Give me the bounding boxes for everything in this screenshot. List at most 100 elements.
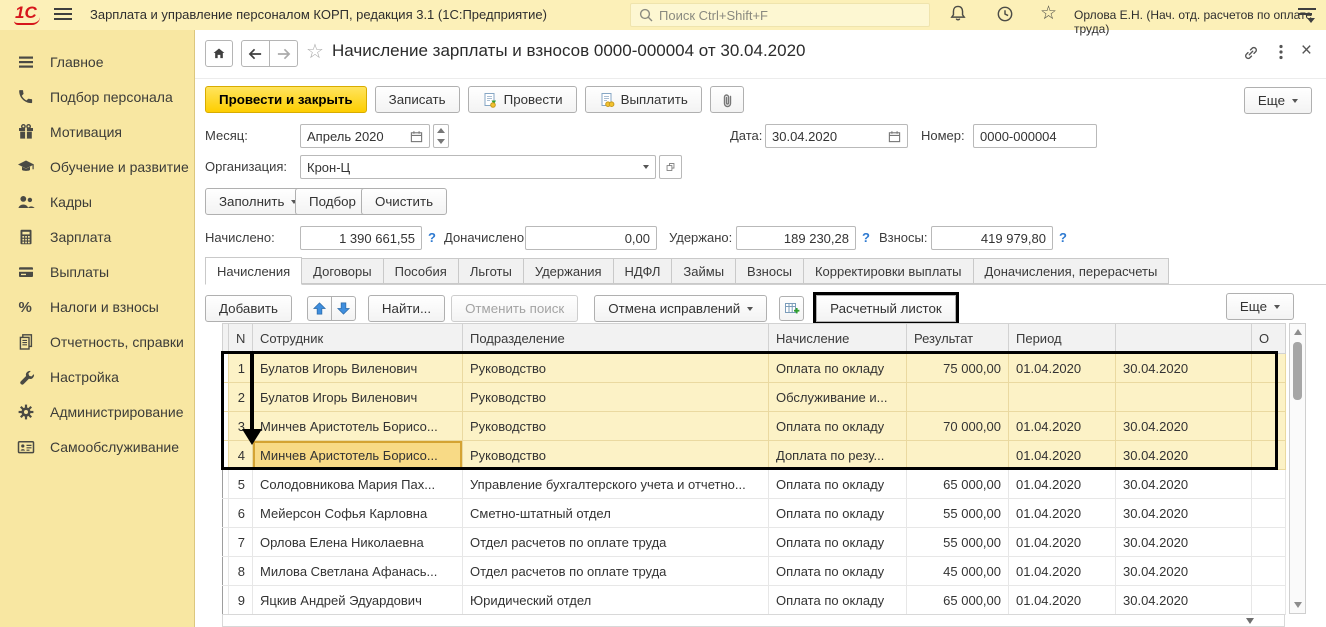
sidebar-item-payments[interactable]: Выплаты bbox=[0, 254, 194, 289]
table-row[interactable]: 6Мейерсон Софья КарловнаСметно-штатный о… bbox=[223, 499, 1286, 528]
cell-n[interactable]: 6 bbox=[229, 499, 253, 528]
cell-department[interactable]: Отдел расчетов по оплате труда bbox=[463, 528, 769, 557]
cell-period-end[interactable]: 30.04.2020 bbox=[1116, 557, 1252, 586]
tab-privileges[interactable]: Льготы bbox=[459, 258, 524, 284]
col-department[interactable]: Подразделение bbox=[463, 324, 769, 354]
cell-period-end[interactable]: 30.04.2020 bbox=[1116, 354, 1252, 383]
form-more-button[interactable]: Еще bbox=[1244, 87, 1312, 114]
tab-accruals[interactable]: Начисления bbox=[205, 257, 302, 285]
cell-department[interactable]: Управление бухгалтерского учета и отчетн… bbox=[463, 470, 769, 499]
cell-o[interactable] bbox=[1252, 586, 1286, 615]
col-n[interactable]: N bbox=[229, 324, 253, 354]
vertical-scrollbar[interactable] bbox=[1289, 323, 1306, 614]
tab-benefits[interactable]: Пособия bbox=[384, 258, 459, 284]
tab-recalculations[interactable]: Доначисления, перерасчеты bbox=[974, 258, 1170, 284]
table-row[interactable]: 8Милова Светлана Афанась...Отдел расчето… bbox=[223, 557, 1286, 586]
back-button[interactable] bbox=[241, 40, 270, 67]
scroll-end-icon[interactable] bbox=[1246, 618, 1254, 624]
cell-o[interactable] bbox=[1252, 441, 1286, 470]
cell-employee[interactable]: Яцкив Андрей Эдуардович bbox=[253, 586, 463, 615]
calendar-icon[interactable] bbox=[888, 130, 901, 143]
scroll-up-icon[interactable] bbox=[1294, 329, 1302, 335]
table-row[interactable]: 1Булатов Игорь ВиленовичРуководствоОплат… bbox=[223, 354, 1286, 383]
history-icon[interactable] bbox=[995, 4, 1019, 26]
write-button[interactable]: Записать bbox=[375, 86, 460, 113]
col-accrual[interactable]: Начисление bbox=[769, 324, 907, 354]
table-row[interactable]: 2Булатов Игорь ВиленовичРуководствоОбслу… bbox=[223, 383, 1286, 412]
cell-accrual[interactable]: Обслуживание и... bbox=[769, 383, 907, 412]
cell-o[interactable] bbox=[1252, 470, 1286, 499]
cell-accrual[interactable]: Оплата по окладу bbox=[769, 499, 907, 528]
cell-period-start[interactable]: 01.04.2020 bbox=[1009, 499, 1116, 528]
contributions-help-icon[interactable]: ? bbox=[1059, 230, 1067, 245]
cell-o[interactable] bbox=[1252, 499, 1286, 528]
table-row[interactable]: 7Орлова Елена НиколаевнаОтдел расчетов п… bbox=[223, 528, 1286, 557]
number-input[interactable]: 0000-000004 bbox=[973, 124, 1097, 148]
cell-period-start[interactable]: 01.04.2020 bbox=[1009, 470, 1116, 499]
cell-accrual[interactable]: Оплата по окладу bbox=[769, 528, 907, 557]
favorites-star-icon[interactable]: ☆ bbox=[1040, 2, 1064, 24]
sidebar-item-settings[interactable]: Настройка bbox=[0, 359, 194, 394]
move-down-button[interactable] bbox=[331, 296, 356, 321]
cell-department[interactable]: Юридический отдел bbox=[463, 586, 769, 615]
sidebar-item-main[interactable]: Главное bbox=[0, 44, 194, 79]
table-row[interactable]: 5Солодовникова Мария Пах...Управление бу… bbox=[223, 470, 1286, 499]
cell-department[interactable]: Руководство bbox=[463, 354, 769, 383]
cell-period-end[interactable]: 30.04.2020 bbox=[1116, 499, 1252, 528]
payslip-button[interactable]: Расчетный листок bbox=[816, 295, 956, 322]
cell-result[interactable]: 65 000,00 bbox=[907, 470, 1009, 499]
cell-n[interactable]: 3 bbox=[229, 412, 253, 441]
scroll-down-icon[interactable] bbox=[1294, 602, 1302, 608]
tab-payment-adjustments[interactable]: Корректировки выплаты bbox=[804, 258, 974, 284]
cell-result[interactable]: 55 000,00 bbox=[907, 499, 1009, 528]
get-link-icon[interactable] bbox=[1242, 44, 1260, 65]
cell-period-start[interactable]: 01.04.2020 bbox=[1009, 412, 1116, 441]
tab-deductions[interactable]: Удержания bbox=[524, 258, 614, 284]
cell-result[interactable] bbox=[907, 441, 1009, 470]
table-row[interactable]: 4Минчев Аристотель Борисо...РуководствоД… bbox=[223, 441, 1286, 470]
withheld-help-icon[interactable]: ? bbox=[862, 230, 870, 245]
cell-n[interactable]: 4 bbox=[229, 441, 253, 470]
cell-o[interactable] bbox=[1252, 557, 1286, 586]
cell-o[interactable] bbox=[1252, 383, 1286, 412]
post-and-close-button[interactable]: Провести и закрыть bbox=[205, 86, 367, 113]
col-employee[interactable]: Сотрудник bbox=[253, 324, 463, 354]
col-period-end[interactable] bbox=[1116, 324, 1252, 354]
step-up-icon[interactable] bbox=[437, 128, 445, 133]
cell-n[interactable]: 2 bbox=[229, 383, 253, 412]
cell-accrual[interactable]: Оплата по окладу bbox=[769, 354, 907, 383]
date-input[interactable]: 30.04.2020 bbox=[765, 124, 908, 148]
cell-n[interactable]: 9 bbox=[229, 586, 253, 615]
cell-period-end[interactable]: 30.04.2020 bbox=[1116, 470, 1252, 499]
month-stepper[interactable] bbox=[433, 124, 449, 148]
current-user[interactable]: Орлова Е.Н. (Нач. отд. расчетов по оплат… bbox=[1074, 8, 1326, 36]
cell-period-end[interactable]: 30.04.2020 bbox=[1116, 586, 1252, 615]
1c-logo[interactable]: 1С bbox=[14, 4, 40, 25]
calendar-icon[interactable] bbox=[410, 130, 423, 143]
chevron-down-icon[interactable] bbox=[643, 165, 649, 169]
cell-employee[interactable]: Солодовникова Мария Пах... bbox=[253, 470, 463, 499]
cell-department[interactable]: Сметно-штатный отдел bbox=[463, 499, 769, 528]
cell-result[interactable]: 55 000,00 bbox=[907, 528, 1009, 557]
cell-accrual[interactable]: Оплата по окладу bbox=[769, 470, 907, 499]
col-result[interactable]: Результат bbox=[907, 324, 1009, 354]
cell-o[interactable] bbox=[1252, 412, 1286, 441]
cell-n[interactable]: 5 bbox=[229, 470, 253, 499]
attachments-button[interactable] bbox=[710, 86, 744, 113]
horizontal-scrollbar[interactable] bbox=[222, 614, 1285, 627]
cell-accrual[interactable]: Оплата по окладу bbox=[769, 586, 907, 615]
scroll-thumb[interactable] bbox=[1293, 342, 1302, 400]
sidebar-item-training[interactable]: Обучение и развитие bbox=[0, 149, 194, 184]
cell-department[interactable]: Руководство bbox=[463, 412, 769, 441]
cell-result[interactable] bbox=[907, 383, 1009, 412]
month-input[interactable]: Апрель 2020 bbox=[300, 124, 430, 148]
cell-employee[interactable]: Милова Светлана Афанась... bbox=[253, 557, 463, 586]
cell-employee[interactable]: Булатов Игорь Виленович bbox=[253, 354, 463, 383]
col-period[interactable]: Период bbox=[1009, 324, 1116, 354]
table-more-button[interactable]: Еще bbox=[1226, 293, 1294, 320]
post-button[interactable]: Провести bbox=[468, 86, 577, 113]
sidebar-item-self-service[interactable]: Самообслуживание bbox=[0, 429, 194, 464]
sidebar-item-recruiting[interactable]: Подбор персонала bbox=[0, 79, 194, 114]
organization-combo[interactable]: Крон-Ц bbox=[300, 155, 656, 179]
extra-accrued-input[interactable]: 0,00 bbox=[525, 226, 657, 250]
